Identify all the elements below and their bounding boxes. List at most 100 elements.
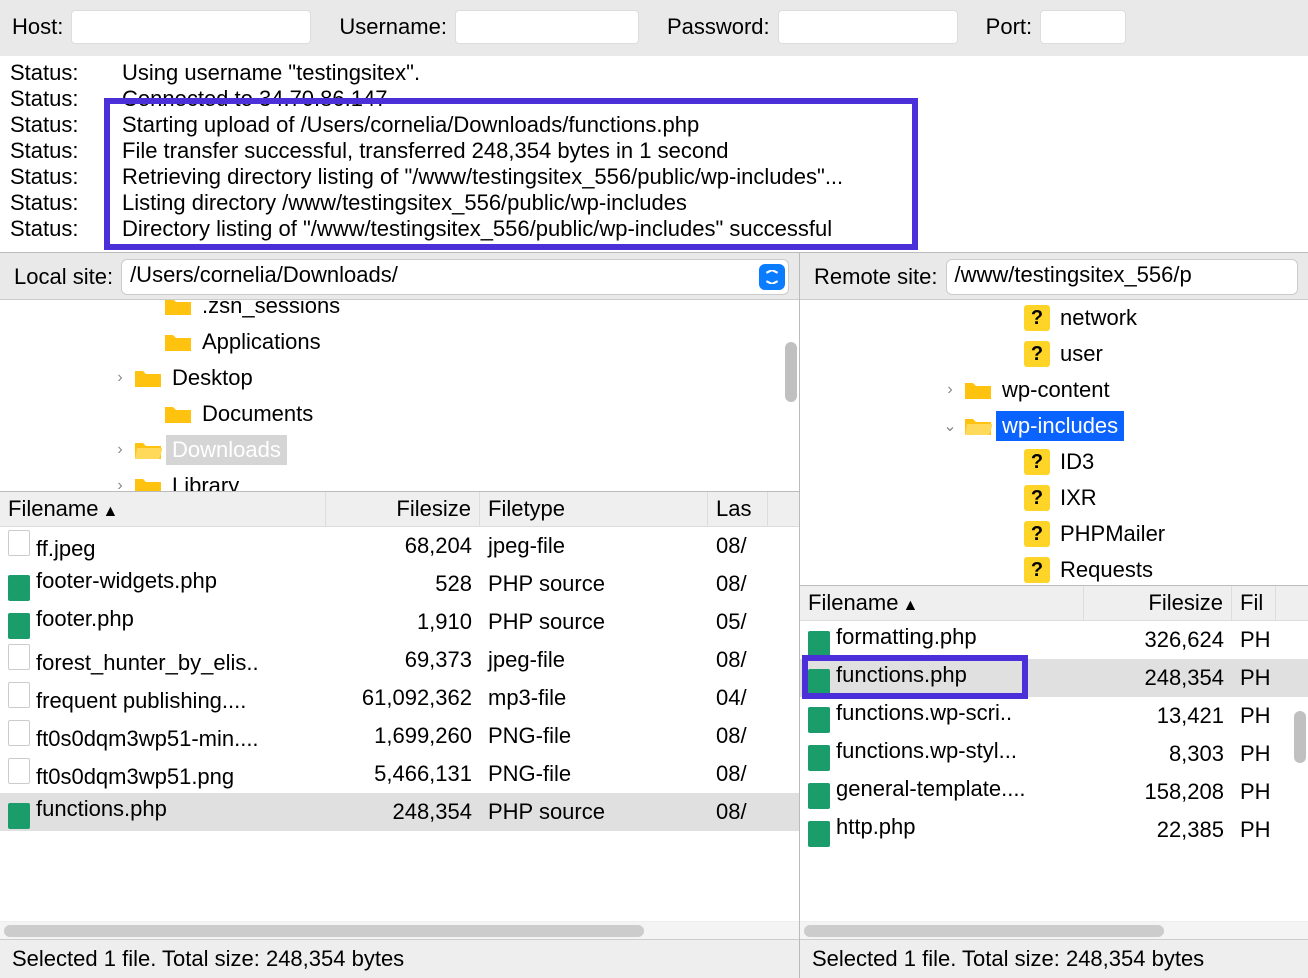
tree-item-label: Library xyxy=(166,471,245,491)
status-label: Status: xyxy=(10,190,122,216)
scrollbar-thumb[interactable] xyxy=(804,925,1164,937)
col-filesize[interactable]: Filesize xyxy=(326,492,480,526)
cell-size: 68,204 xyxy=(326,533,480,559)
host-input[interactable] xyxy=(71,10,311,44)
local-site-path[interactable]: /Users/cornelia/Downloads/ xyxy=(121,259,789,295)
chevron-right-icon[interactable]: › xyxy=(110,369,130,387)
remote-file-list[interactable]: formatting.php326,624PHfunctions.php248,… xyxy=(800,621,1308,921)
cell-name: http.php xyxy=(800,814,1084,847)
scrollbar-thumb[interactable] xyxy=(785,342,797,402)
file-row[interactable]: general-template....158,208PH xyxy=(800,773,1308,811)
php-file-icon xyxy=(808,783,830,809)
cell-name: functions.wp-scri.. xyxy=(800,700,1084,733)
tree-item[interactable]: ?PHPMailer xyxy=(800,516,1308,552)
cell-type: PHP source xyxy=(480,799,708,825)
status-label: Status: xyxy=(10,60,122,86)
unknown-folder-icon: ? xyxy=(1024,557,1050,583)
cell-type: PHP source xyxy=(480,571,708,597)
file-row[interactable]: functions.php248,354PH xyxy=(800,659,1308,697)
file-row[interactable]: formatting.php326,624PH xyxy=(800,621,1308,659)
remote-pane: Remote site: /www/testingsitex_556/p ?ne… xyxy=(800,253,1308,978)
password-input[interactable] xyxy=(778,10,958,44)
chevron-right-icon[interactable]: › xyxy=(110,477,130,491)
local-site-dropdown-icon[interactable] xyxy=(759,264,785,290)
port-input[interactable] xyxy=(1040,10,1126,44)
sort-asc-icon: ▲ xyxy=(102,503,118,520)
tree-item[interactable]: › Desktop xyxy=(0,360,799,396)
status-message: Retrieving directory listing of "/www/te… xyxy=(122,164,843,190)
tree-item[interactable]: ⌄wp-includes xyxy=(800,408,1308,444)
tree-item[interactable]: › Library xyxy=(0,468,799,491)
php-file-icon xyxy=(808,707,830,733)
col-filetype[interactable]: Filetype xyxy=(480,492,708,526)
tree-item[interactable]: ›Downloads xyxy=(0,432,799,468)
scrollbar-thumb[interactable] xyxy=(4,925,644,937)
status-row: Status:File transfer successful, transfe… xyxy=(10,138,1298,164)
col-filename[interactable]: Filename▲ xyxy=(800,586,1084,620)
chevron-right-icon[interactable]: › xyxy=(940,381,960,399)
cell-mod: 08/ xyxy=(708,533,768,559)
file-row[interactable]: ff.jpeg68,204jpeg-file08/ xyxy=(0,527,799,565)
tree-item[interactable]: ?Requests xyxy=(800,552,1308,585)
tree-item[interactable]: ?network xyxy=(800,300,1308,336)
tree-item[interactable]: Applications xyxy=(0,324,799,360)
username-input[interactable] xyxy=(455,10,639,44)
remote-status-footer: Selected 1 file. Total size: 248,354 byt… xyxy=(800,939,1308,978)
connection-bar: Host: Username: Password: Port: xyxy=(0,0,1308,56)
remote-tree[interactable]: ?network?user›wp-content⌄wp-includes?ID3… xyxy=(800,299,1308,585)
file-row[interactable]: footer.php1,910PHP source05/ xyxy=(0,603,799,641)
cell-size: 13,421 xyxy=(1084,703,1232,729)
file-row[interactable]: forest_hunter_by_elis..69,373jpeg-file08… xyxy=(0,641,799,679)
col-filesize[interactable]: Filesize xyxy=(1084,586,1232,620)
file-row[interactable]: ft0s0dqm3wp51-min....1,699,260PNG-file08… xyxy=(0,717,799,755)
cell-type: PNG-file xyxy=(480,723,708,749)
tree-item[interactable]: ?user xyxy=(800,336,1308,372)
tree-item-label: Desktop xyxy=(166,363,259,393)
file-row[interactable]: functions.php248,354PHP source08/ xyxy=(0,793,799,831)
col-filetype[interactable]: Fil xyxy=(1232,586,1276,620)
status-log: Status:Using username "testingsitex".Sta… xyxy=(0,56,1308,252)
cell-name: formatting.php xyxy=(800,624,1084,657)
local-tree[interactable]: .zsn_sessionsApplications › DesktopDocumen… xyxy=(0,299,799,491)
tree-item[interactable]: ?ID3 xyxy=(800,444,1308,480)
file-row[interactable]: frequent publishing....61,092,362mp3-fil… xyxy=(0,679,799,717)
file-row[interactable]: ft0s0dqm3wp51.png5,466,131PNG-file08/ xyxy=(0,755,799,793)
chevron-down-icon[interactable]: ⌄ xyxy=(940,416,960,436)
local-site-label: Local site: xyxy=(14,264,113,290)
file-row[interactable]: functions.wp-scri..13,421PH xyxy=(800,697,1308,735)
remote-site-path[interactable]: /www/testingsitex_556/p xyxy=(946,259,1299,295)
cell-mod: 08/ xyxy=(708,761,768,787)
cell-mod: 08/ xyxy=(708,799,768,825)
col-filename[interactable]: Filename▲ xyxy=(0,492,326,526)
cell-name: forest_hunter_by_elis.. xyxy=(0,644,326,676)
local-file-header[interactable]: Filename▲ Filesize Filetype Las xyxy=(0,491,799,527)
file-icon xyxy=(8,530,30,556)
php-file-icon xyxy=(808,745,830,771)
col-modified[interactable]: Las xyxy=(708,492,768,526)
cell-size: 1,910 xyxy=(326,609,480,635)
h-scrollbar[interactable] xyxy=(800,921,1308,939)
php-file-icon xyxy=(808,821,830,847)
tree-item[interactable]: ?IXR xyxy=(800,480,1308,516)
cell-size: 528 xyxy=(326,571,480,597)
file-row[interactable]: footer-widgets.php528PHP source08/ xyxy=(0,565,799,603)
tree-item[interactable]: Documents xyxy=(0,396,799,432)
tree-item-label: user xyxy=(1054,339,1109,369)
php-file-icon xyxy=(8,613,30,639)
tree-item[interactable]: .zsn_sessions xyxy=(0,299,799,324)
file-row[interactable]: http.php22,385PH xyxy=(800,811,1308,849)
status-label: Status: xyxy=(10,86,122,112)
status-row: Status:Listing directory /www/testingsit… xyxy=(10,190,1298,216)
remote-file-header[interactable]: Filename▲ Filesize Fil xyxy=(800,585,1308,621)
status-row: Status:Using username "testingsitex". xyxy=(10,60,1298,86)
local-file-list[interactable]: ff.jpeg68,204jpeg-file08/footer-widgets.… xyxy=(0,527,799,921)
tree-item[interactable]: ›wp-content xyxy=(800,372,1308,408)
php-file-icon xyxy=(808,669,830,695)
scrollbar-thumb[interactable] xyxy=(1294,711,1306,763)
cell-size: 61,092,362 xyxy=(326,685,480,711)
local-status-footer: Selected 1 file. Total size: 248,354 byt… xyxy=(0,939,799,978)
chevron-right-icon[interactable]: › xyxy=(110,441,130,459)
h-scrollbar[interactable] xyxy=(0,921,799,939)
cell-name: general-template.... xyxy=(800,776,1084,809)
file-row[interactable]: functions.wp-styl...8,303PH xyxy=(800,735,1308,773)
